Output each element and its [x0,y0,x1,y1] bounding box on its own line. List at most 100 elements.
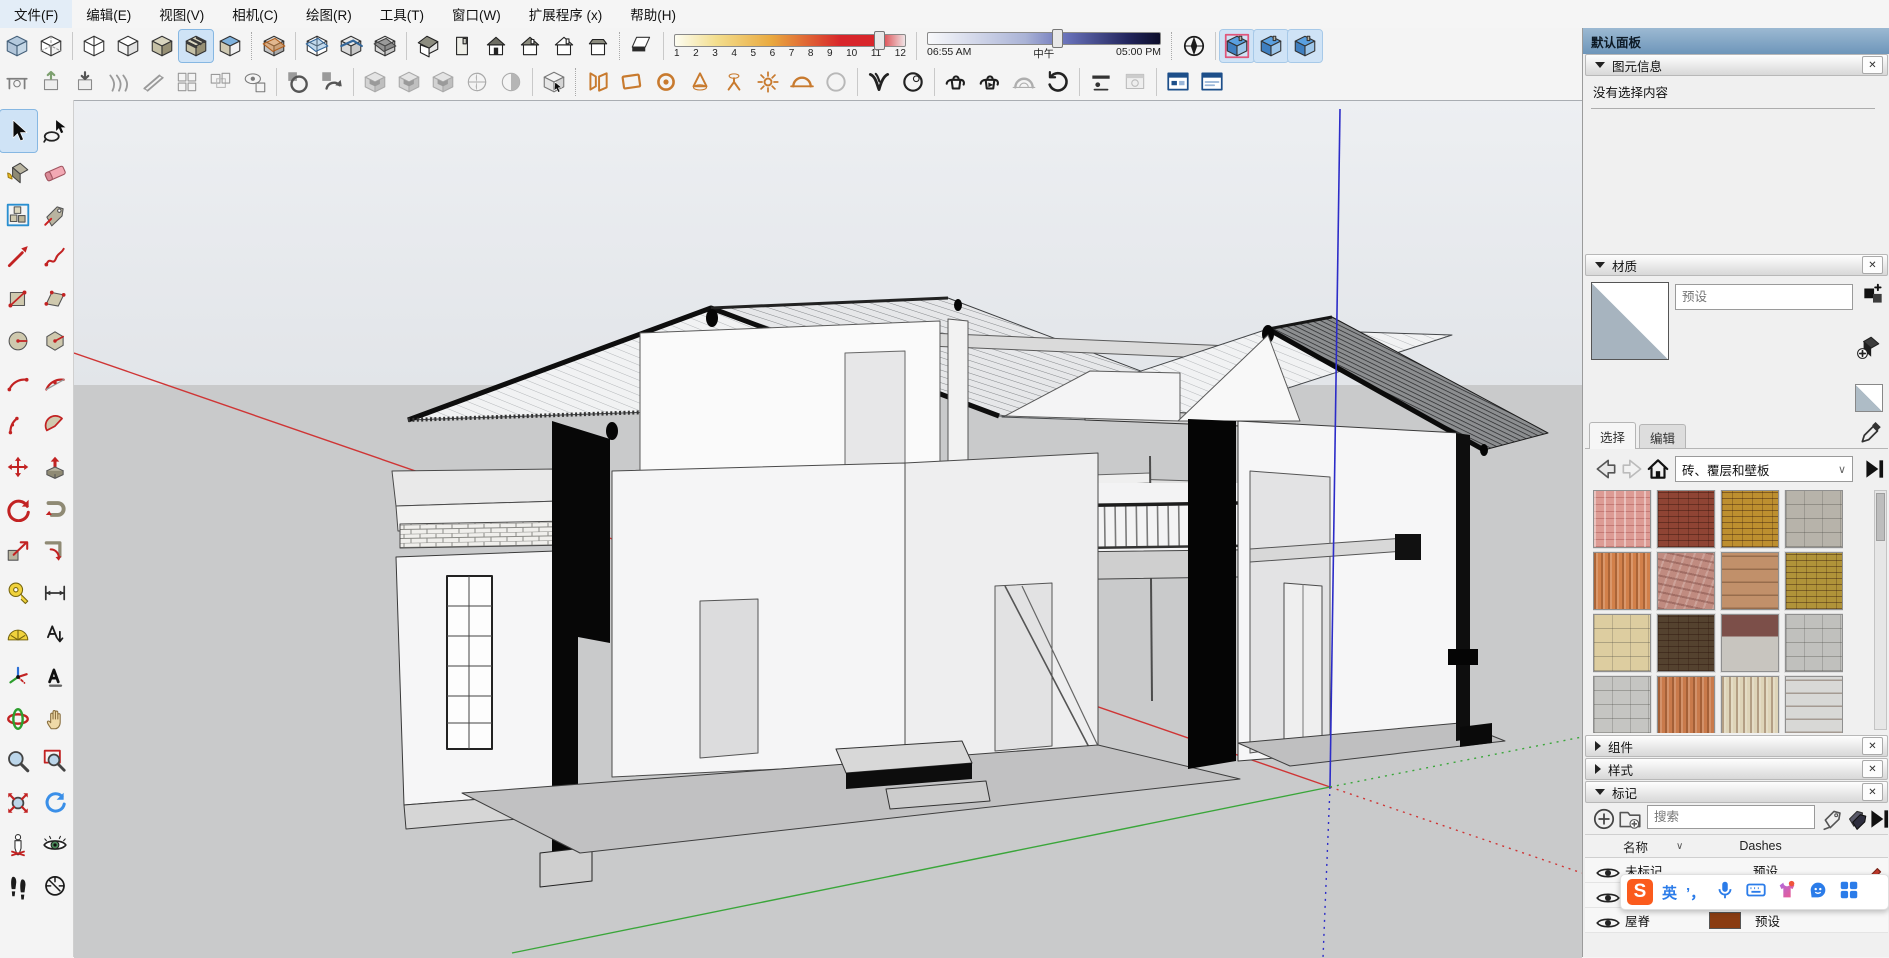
eye-cube-icon[interactable] [238,66,272,98]
vray-rect-light-icon[interactable] [615,66,649,98]
add-tag-icon[interactable] [1591,806,1613,828]
back-arrow-icon[interactable] [1593,456,1615,480]
axes-tool[interactable] [0,656,37,698]
rotate-tool[interactable] [0,488,37,530]
vray-ies-light-icon[interactable] [717,66,751,98]
toggle-section-cuts[interactable] [334,30,368,62]
details-arrow-icon[interactable] [1861,456,1885,482]
close-icon[interactable]: ✕ [1862,760,1883,778]
style-monochrome[interactable] [213,30,247,62]
view-top[interactable] [445,30,479,62]
vray-dome-light-icon[interactable] [785,66,819,98]
line-tool[interactable] [0,236,37,278]
material-swatch-6[interactable] [1657,552,1715,610]
two-point-arc-tool[interactable] [0,362,37,404]
lasso-tool[interactable] [37,110,74,152]
tab-select[interactable]: 选择 [1589,422,1636,449]
menu-item-2[interactable]: 编辑(E) [72,0,145,28]
material-preview[interactable] [1591,282,1669,360]
dimension-tool[interactable] [37,572,74,614]
push-pull-tool[interactable] [37,446,74,488]
material-swatch-9[interactable] [1593,614,1651,672]
gray-dome-icon[interactable] [1007,66,1041,98]
zoom-extents-tool[interactable] [0,782,37,824]
shadow-date-slider[interactable]: 123456789101112 [674,34,906,59]
view-left[interactable] [581,30,615,62]
paint-bucket-tool[interactable] [0,152,37,194]
ramp-lines-icon[interactable] [136,66,170,98]
material-swatch-12[interactable] [1785,614,1843,672]
checker-sphere-icon[interactable] [460,66,494,98]
menu-item-6[interactable]: 工具(T) [366,0,438,28]
components-header[interactable]: 组件 ✕ [1585,735,1888,757]
grid-icon[interactable] [170,66,204,98]
entity-info-header[interactable]: 图元信息 ✕ [1585,54,1888,76]
material-category-dropdown[interactable]: 砖、覆层和壁板 ∨ [1675,456,1853,482]
style-wireframe[interactable] [77,30,111,62]
viewport-canvas[interactable] [74,100,1582,958]
scrollbar-thumb[interactable] [1876,493,1885,541]
close-icon[interactable]: ✕ [1862,783,1883,801]
teapot-render-icon[interactable] [939,66,973,98]
material-swatch-15[interactable] [1721,676,1779,733]
style-shaded[interactable] [145,30,179,62]
close-icon[interactable]: ✕ [1862,737,1883,755]
sample-paint-swatch[interactable] [1855,384,1883,412]
pan-tool[interactable] [37,698,74,740]
dashes-column-header[interactable]: Dashes [1739,839,1781,853]
material-swatch-5[interactable] [1593,552,1651,610]
render-window-icon[interactable] [1195,66,1229,98]
section-compass-tool[interactable] [37,866,74,908]
create-material-button[interactable] [1860,282,1884,308]
tags-header[interactable]: 标记 ✕ [1585,781,1888,803]
move-tool[interactable] [0,446,37,488]
material-swatch-3[interactable] [1721,490,1779,548]
walk-tool[interactable] [0,866,37,908]
tag-pencil-icon[interactable] [1821,806,1843,828]
gray-sphere-icon[interactable] [819,66,853,98]
box-up-arrow-icon[interactable] [34,66,68,98]
menu-item-7[interactable]: 窗口(W) [438,0,515,28]
position-camera-tool[interactable] [0,824,37,866]
render-sphere-icon[interactable] [896,66,930,98]
scale-tool[interactable] [0,530,37,572]
style-xray[interactable] [0,30,34,62]
checker-cube-1-icon[interactable] [358,66,392,98]
frame-buffer-icon[interactable] [1084,66,1118,98]
home-icon[interactable] [1645,456,1669,480]
curves-icon[interactable] [102,66,136,98]
material-swatch-2[interactable] [1657,490,1715,548]
material-swatch-11[interactable] [1721,614,1779,672]
paint-bucket-plus-icon[interactable] [1856,334,1884,364]
material-swatch-10[interactable] [1657,614,1715,672]
look-around-tool[interactable] [37,824,74,866]
view-back[interactable] [547,30,581,62]
menu-item-4[interactable]: 相机(C) [218,0,292,28]
view-right[interactable] [513,30,547,62]
tag-color-swatch[interactable] [1709,912,1741,929]
view-iso[interactable] [411,30,445,62]
tab-edit[interactable]: 编辑 [1639,424,1686,449]
styles-header[interactable]: 样式 ✕ [1585,758,1888,780]
zoom-window-tool[interactable] [37,740,74,782]
section-plane-tool[interactable] [257,30,291,62]
menu-item-1[interactable]: 文件(F) [0,0,72,28]
purge-tags-icon[interactable] [1843,806,1865,828]
vray-scene-light-icon[interactable] [581,66,615,98]
material-name-field[interactable] [1675,284,1853,310]
microphone-icon[interactable] [1714,879,1736,906]
follow-me-tool[interactable] [37,488,74,530]
orbit-tool[interactable] [0,698,37,740]
text-tool[interactable] [37,614,74,656]
chinese-english-toggle[interactable]: 英 [1662,882,1677,903]
visibility-eye-icon[interactable] [1595,910,1615,930]
materials-header[interactable]: 材质 ✕ [1585,254,1888,276]
shadows-toggle[interactable] [625,30,659,62]
shadow-time-slider[interactable]: 06:55 AM中午05:00 PM [927,32,1161,61]
materials-scrollbar[interactable] [1874,490,1887,730]
material-swatch-8[interactable] [1785,552,1843,610]
visibility-eye-icon[interactable] [1595,885,1615,905]
material-swatch-7[interactable] [1721,552,1779,610]
visibility-eye-icon[interactable] [1595,860,1615,880]
style-shaded-textures[interactable] [179,30,213,62]
